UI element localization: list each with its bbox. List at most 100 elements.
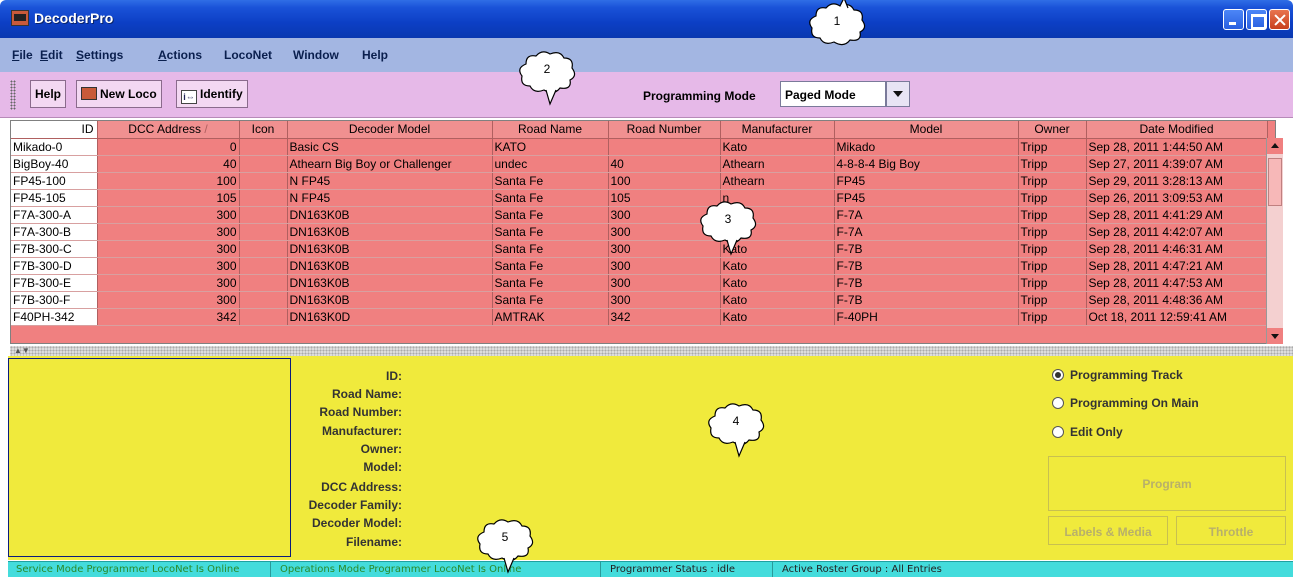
table-cell[interactable]: Kato xyxy=(720,291,835,309)
table-cell[interactable]: Tripp xyxy=(1018,240,1087,258)
table-cell[interactable]: Kato xyxy=(720,257,835,275)
table-cell[interactable] xyxy=(239,257,288,275)
table-cell[interactable]: DN163K0D xyxy=(287,308,493,326)
table-cell[interactable]: Tripp xyxy=(1018,138,1087,156)
table-cell[interactable]: Tripp xyxy=(1018,206,1087,224)
table-cell[interactable] xyxy=(239,291,288,309)
table-cell[interactable]: F-7A xyxy=(834,223,1019,241)
table-cell[interactable]: N FP45 xyxy=(287,172,493,190)
table-row[interactable]: FP45-100 100 N FP45 Santa Fe 100 Athearn FP45 T… xyxy=(11,172,1268,190)
chevron-down-icon[interactable] xyxy=(886,81,910,107)
table-cell[interactable]: Kato xyxy=(720,274,835,292)
radio-edit-only[interactable]: Edit Only xyxy=(1052,425,1123,439)
table-cell[interactable]: Santa Fe xyxy=(492,240,609,258)
table-cell[interactable]: Kato xyxy=(720,308,835,326)
table-cell[interactable]: Mikado-0 xyxy=(11,138,98,156)
table-cell[interactable]: Tripp xyxy=(1018,155,1087,173)
menu-settings[interactable]: Settings xyxy=(76,48,123,62)
table-cell[interactable]: BigBoy-40 xyxy=(11,155,98,173)
table-cell[interactable]: Santa Fe xyxy=(492,274,609,292)
menu-actions[interactable]: Actions xyxy=(158,48,202,62)
column-header-owner[interactable]: Owner xyxy=(1018,121,1087,139)
table-cell[interactable]: F-40PH xyxy=(834,308,1019,326)
radio-programming-track[interactable]: Programming Track xyxy=(1052,368,1183,382)
close-button[interactable] xyxy=(1269,9,1290,30)
radio-programming-on-main[interactable]: Programming On Main xyxy=(1052,396,1199,410)
table-cell[interactable]: Sep 28, 2011 4:48:36 AM xyxy=(1086,291,1268,309)
table-cell[interactable]: Mikado xyxy=(834,138,1019,156)
column-header-date-modified[interactable]: Date Modified xyxy=(1086,121,1268,139)
table-row[interactable]: F40PH-342 342 DN163K0D AMTRAK 342 Kato F-40PH T… xyxy=(11,308,1268,326)
table-cell[interactable]: 105 xyxy=(97,189,240,207)
table-cell[interactable]: Santa Fe xyxy=(492,291,609,309)
table-cell[interactable]: F7B-300-C xyxy=(11,240,98,258)
column-header-icon[interactable]: Icon xyxy=(239,121,288,139)
table-cell[interactable] xyxy=(239,274,288,292)
table-cell[interactable]: Tripp xyxy=(1018,257,1087,275)
table-cell[interactable] xyxy=(239,155,288,173)
table-cell[interactable]: KATO xyxy=(492,138,609,156)
table-cell[interactable]: Santa Fe xyxy=(492,189,609,207)
table-row[interactable]: Mikado-0 0 Basic CS KATO Kato Mikado Tripp Sep … xyxy=(11,138,1268,156)
table-cell[interactable]: DN163K0B xyxy=(287,223,493,241)
minimize-button[interactable] xyxy=(1223,9,1244,30)
table-cell[interactable]: Sep 28, 2011 1:44:50 AM xyxy=(1086,138,1268,156)
table-cell[interactable]: 300 xyxy=(97,206,240,224)
table-cell[interactable]: Sep 27, 2011 4:39:07 AM xyxy=(1086,155,1268,173)
table-row[interactable]: F7B-300-C 300 DN163K0B Santa Fe 300 Kato F-7B T… xyxy=(11,240,1268,258)
table-cell[interactable]: FP45-105 xyxy=(11,189,98,207)
table-cell[interactable]: FP45-100 xyxy=(11,172,98,190)
menu-window[interactable]: Window xyxy=(293,48,339,62)
table-cell[interactable]: AMTRAK xyxy=(492,308,609,326)
table-cell[interactable]: Santa Fe xyxy=(492,172,609,190)
toolbar-grip[interactable] xyxy=(10,80,16,110)
table-cell[interactable]: 342 xyxy=(608,308,721,326)
identify-button[interactable]: i⇔ Identify xyxy=(176,80,248,108)
table-cell[interactable]: 300 xyxy=(608,291,721,309)
column-header-id[interactable]: ID xyxy=(11,121,98,139)
table-cell[interactable]: 300 xyxy=(97,291,240,309)
table-cell[interactable]: F7B-300-E xyxy=(11,274,98,292)
new-loco-button[interactable]: New Loco xyxy=(76,80,162,108)
programming-mode-select[interactable]: Paged Mode xyxy=(780,81,886,107)
split-pane-divider[interactable] xyxy=(10,346,1293,356)
table-cell[interactable] xyxy=(239,308,288,326)
menu-loconet[interactable]: LocoNet xyxy=(224,48,272,62)
table-cell[interactable]: DN163K0B xyxy=(287,291,493,309)
table-cell[interactable]: 300 xyxy=(97,223,240,241)
scroll-thumb[interactable] xyxy=(1268,158,1282,206)
collapse-arrows-icon[interactable]: ▲▼ xyxy=(14,346,30,355)
table-cell[interactable]: 40 xyxy=(608,155,721,173)
table-cell[interactable]: 300 xyxy=(97,240,240,258)
table-cell[interactable]: Sep 28, 2011 4:41:29 AM xyxy=(1086,206,1268,224)
table-cell[interactable]: 100 xyxy=(608,172,721,190)
table-cell[interactable] xyxy=(239,206,288,224)
table-cell[interactable]: 4-8-8-4 Big Boy xyxy=(834,155,1019,173)
table-cell[interactable]: Tripp xyxy=(1018,291,1087,309)
column-header-road-number[interactable]: Road Number xyxy=(608,121,721,139)
table-cell[interactable]: 0 xyxy=(97,138,240,156)
labels-media-button[interactable]: Labels & Media xyxy=(1048,516,1168,545)
menu-help[interactable]: Help xyxy=(362,48,388,62)
table-cell[interactable] xyxy=(239,138,288,156)
table-cell[interactable]: Sep 28, 2011 4:42:07 AM xyxy=(1086,223,1268,241)
table-cell[interactable]: Athearn xyxy=(720,155,835,173)
table-cell[interactable]: 300 xyxy=(97,274,240,292)
table-cell[interactable]: F7B-300-F xyxy=(11,291,98,309)
table-cell[interactable]: 100 xyxy=(97,172,240,190)
table-cell[interactable]: undec xyxy=(492,155,609,173)
table-row[interactable]: F7B-300-E 300 DN163K0B Santa Fe 300 Kato F-7B T… xyxy=(11,274,1268,292)
table-cell[interactable]: Sep 28, 2011 4:47:53 AM xyxy=(1086,274,1268,292)
table-cell[interactable]: F7A-300-A xyxy=(11,206,98,224)
table-cell[interactable]: FP45 xyxy=(834,172,1019,190)
table-cell[interactable]: 40 xyxy=(97,155,240,173)
table-cell[interactable]: FP45 xyxy=(834,189,1019,207)
table-cell[interactable]: DN163K0B xyxy=(287,274,493,292)
table-cell[interactable]: Sep 28, 2011 4:47:21 AM xyxy=(1086,257,1268,275)
table-cell[interactable]: DN163K0B xyxy=(287,257,493,275)
table-row[interactable]: F7B-300-F 300 DN163K0B Santa Fe 300 Kato F-7B T… xyxy=(11,291,1268,309)
table-cell[interactable]: DN163K0B xyxy=(287,206,493,224)
column-header-manufacturer[interactable]: Manufacturer xyxy=(720,121,835,139)
table-cell[interactable]: F-7B xyxy=(834,274,1019,292)
table-cell[interactable]: Oct 18, 2011 12:59:41 AM xyxy=(1086,308,1268,326)
